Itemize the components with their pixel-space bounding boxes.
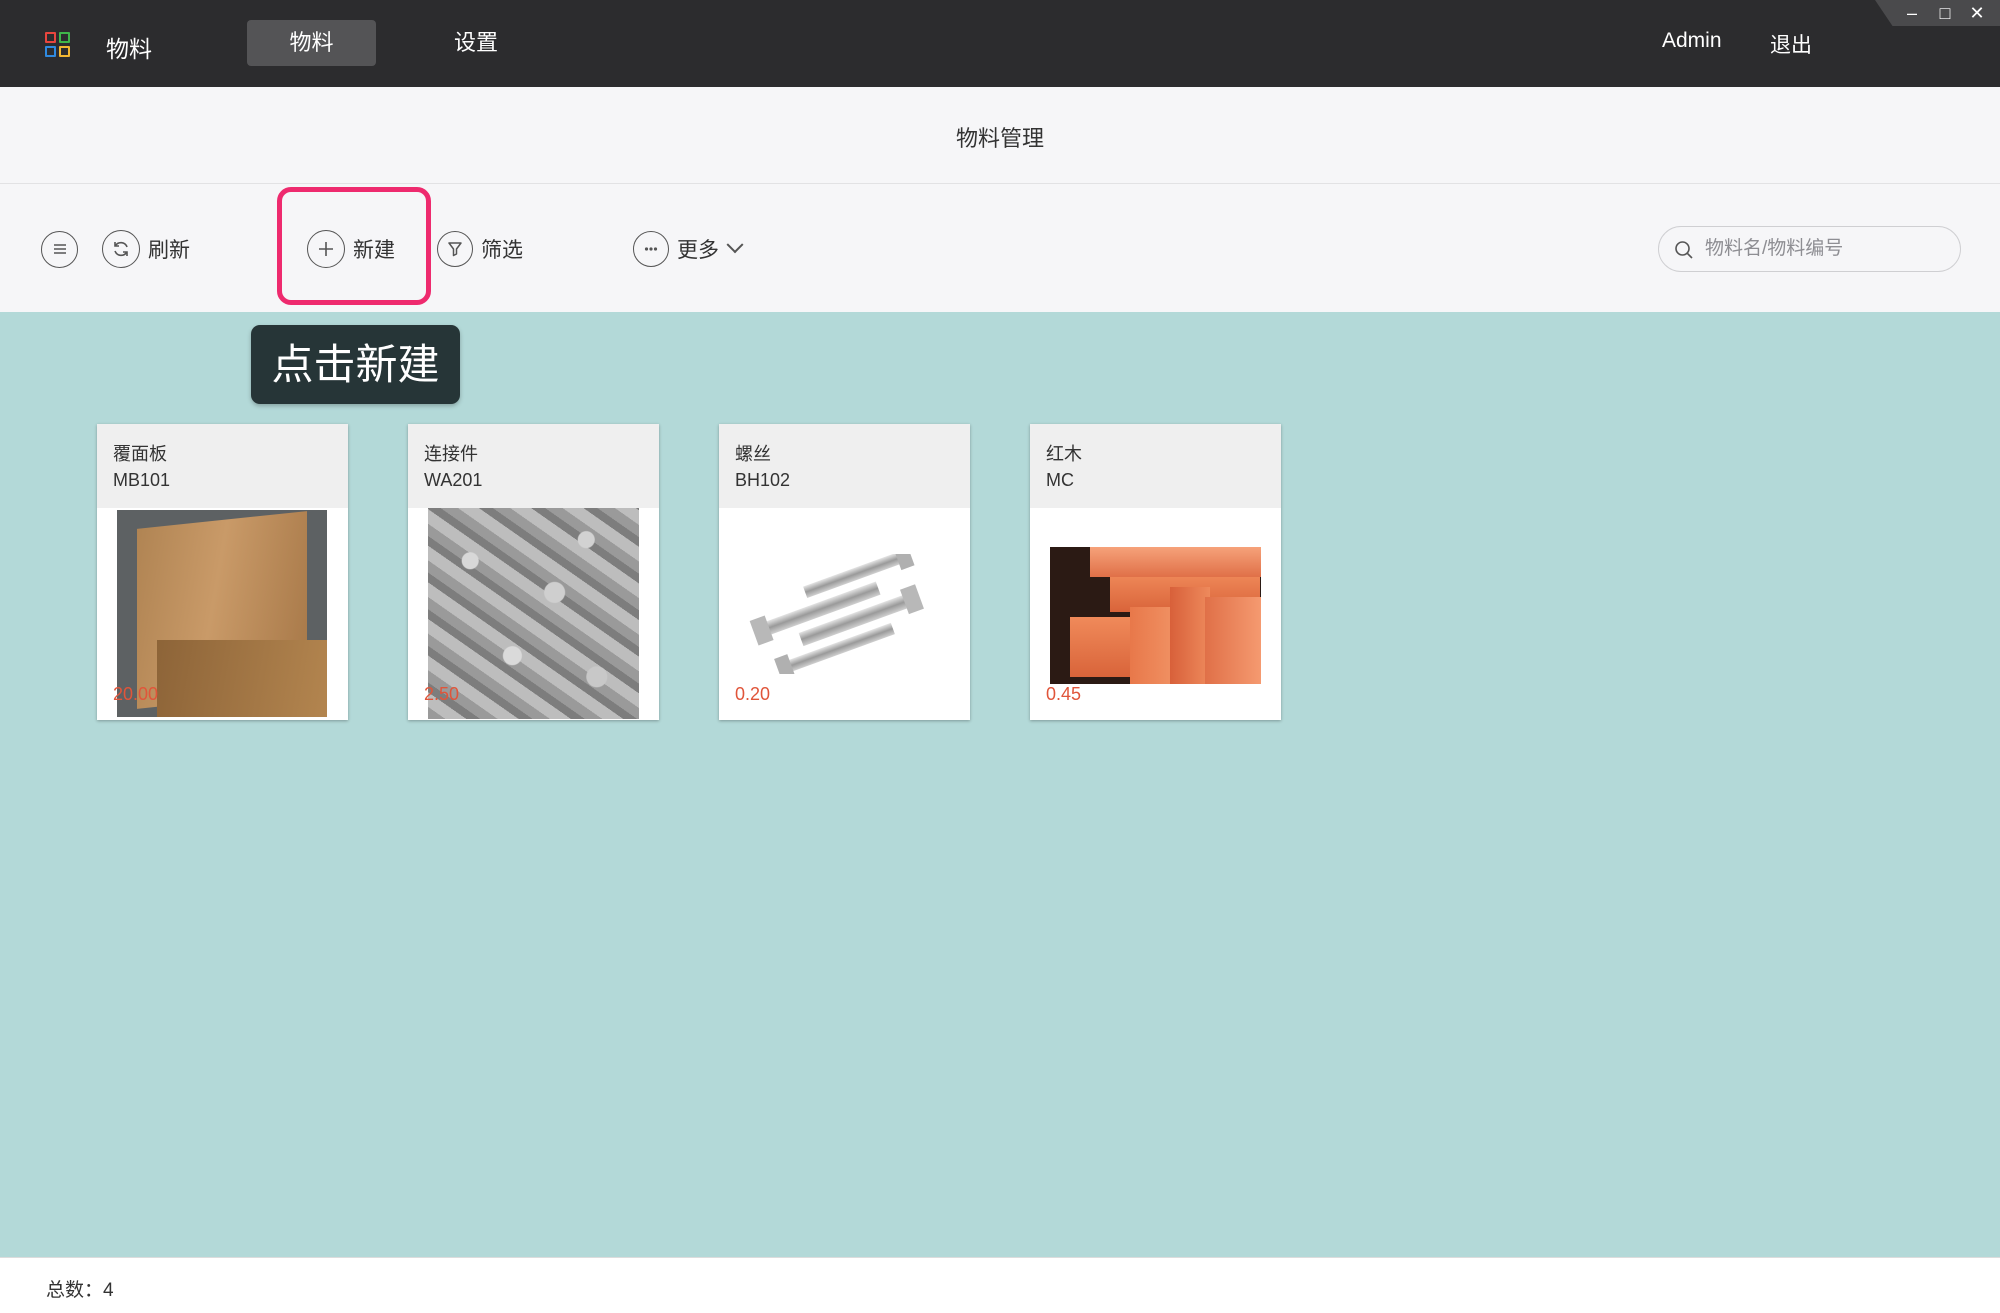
more-label: 更多: [677, 239, 719, 262]
material-card[interactable]: 红木 MC 0.45: [1030, 424, 1281, 720]
logout-link[interactable]: 退出: [1770, 29, 1812, 59]
page-title: 物料管理: [955, 126, 1044, 151]
title-bar: 物料管理: [0, 87, 2000, 184]
filter-button[interactable]: 筛选: [437, 228, 523, 270]
material-code: MC: [1046, 470, 1074, 490]
more-button[interactable]: 更多: [633, 228, 744, 270]
menu-button[interactable]: [41, 228, 78, 270]
refresh-button[interactable]: 刷新: [102, 228, 190, 270]
material-card[interactable]: 螺丝 BH102 0.20: [719, 424, 970, 720]
material-name: 覆面板: [113, 444, 167, 464]
filter-label: 筛选: [481, 239, 523, 262]
chevron-down-icon: [726, 236, 744, 254]
new-button-highlight: [277, 187, 431, 305]
material-price: 0.20: [735, 684, 771, 704]
filter-icon: [437, 231, 473, 267]
card-header: 覆面板 MB101: [97, 424, 348, 508]
refresh-label: 刷新: [148, 239, 190, 262]
card-header: 螺丝 BH102: [719, 424, 970, 508]
card-header: 红木 MC: [1030, 424, 1281, 508]
material-price: 0.45: [1046, 684, 1082, 704]
material-image: [1050, 547, 1261, 684]
material-code: BH102: [735, 470, 791, 490]
maximize-button[interactable]: □: [1934, 2, 1956, 24]
card-header: 连接件 WA201: [408, 424, 659, 508]
app-name: 物料: [106, 36, 152, 62]
app-grid-icon[interactable]: [45, 32, 71, 58]
close-button[interactable]: ✕: [1966, 2, 1988, 24]
user-name[interactable]: Admin: [1662, 29, 1722, 53]
list-icon: [41, 230, 78, 268]
material-price: 2.50: [424, 684, 460, 704]
more-icon: [633, 231, 669, 267]
tooltip-hint: 点击新建: [251, 325, 460, 404]
material-name: 连接件: [424, 444, 478, 464]
tab-materials[interactable]: 物料: [247, 20, 376, 66]
material-name: 红木: [1046, 444, 1082, 464]
minimize-button[interactable]: –: [1901, 2, 1923, 24]
material-image: [749, 554, 924, 674]
search-input[interactable]: [1658, 226, 1961, 272]
status-footer: 总数：4: [0, 1257, 2000, 1313]
material-card[interactable]: 覆面板 MB101 20.00: [97, 424, 348, 720]
material-code: MB101: [113, 470, 171, 490]
tab-settings[interactable]: 设置: [440, 20, 512, 66]
material-code: WA201: [424, 470, 483, 490]
material-price: 20.00: [113, 684, 159, 704]
top-bar: 物料 物料 设置 Admin 退出 – □ ✕: [0, 0, 2000, 87]
search-icon: [1675, 241, 1693, 259]
material-card[interactable]: 连接件 WA201 2.50: [408, 424, 659, 720]
material-name: 螺丝: [735, 444, 771, 464]
total-count: 总数：4: [46, 1280, 114, 1301]
refresh-icon: [102, 230, 140, 268]
material-image: [428, 508, 639, 719]
search-field[interactable]: [1705, 233, 1945, 265]
